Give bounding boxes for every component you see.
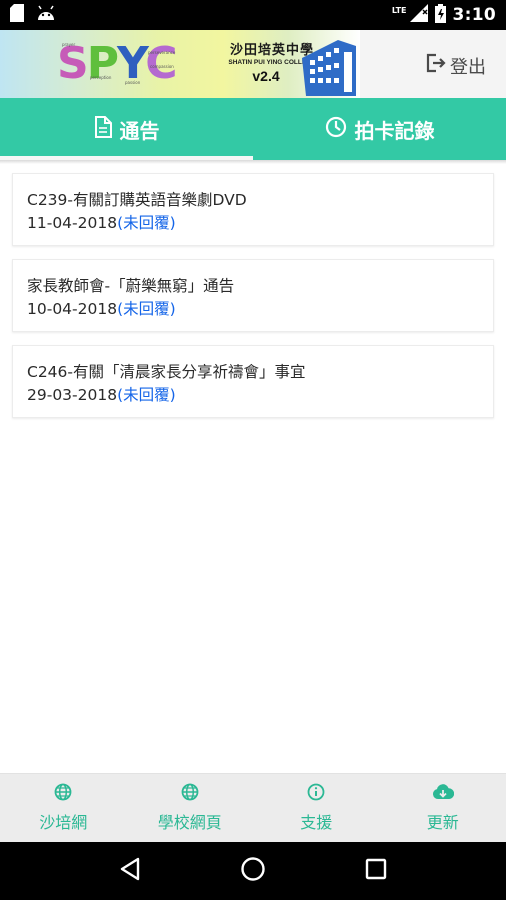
tab-shadow [0,160,506,164]
status-bar: LTE 3:10 [0,0,506,30]
notice-status: (未回覆) [117,214,176,232]
tab-card-records-label: 拍卡記錄 [354,118,435,143]
clock-icon [325,116,347,143]
tab-notices-label: 通告 [119,118,160,143]
notice-item[interactable]: C239-有關訂購英語音樂劇DVD 11-04-2018(未回覆) [12,173,494,246]
building-icon [302,40,356,96]
school-banner: SPYC prayer perseverance compassion perc… [0,30,360,98]
app-screen: LTE 3:10 SPYC prayer perseverance compas… [0,0,506,900]
notice-title: C239-有關訂購英語音樂劇DVD [27,191,247,209]
notice-date: 11-04-2018 [27,214,118,232]
cloud-download-icon [432,783,454,805]
notice-item[interactable]: 家長教師會-「蔚樂無窮」通告 10-04-2018(未回覆) [12,259,494,332]
logout-label: 登出 [450,56,486,78]
home-icon[interactable] [240,856,266,886]
battery-icon [434,3,446,27]
logout-button[interactable]: 登出 [425,52,486,79]
nav-school-website[interactable]: 學校網頁 [127,774,254,842]
nav-spyc-net[interactable]: 沙培網 [0,774,127,842]
document-icon [94,115,112,143]
tab-card-records[interactable]: 拍卡記錄 [253,98,506,160]
android-icon [36,5,56,25]
system-nav-bar [0,842,506,900]
notice-item[interactable]: C246-有關「清晨家長分享祈禱會」事宜 29-03-2018(未回覆) [12,345,494,418]
bottom-nav: 沙培網 學校網頁 支援 更新 [0,773,506,842]
tab-bar: 通告 拍卡記錄 [0,98,506,160]
globe-icon [54,783,72,805]
clock-time: 3:10 [452,5,496,25]
notice-date: 10-04-2018 [27,300,118,318]
back-icon[interactable] [119,857,141,885]
notice-date: 29-03-2018 [27,386,118,404]
info-icon [307,783,325,805]
nav-support[interactable]: 支援 [253,774,380,842]
nav-school-website-label: 學校網頁 [157,813,222,832]
notice-status: (未回覆) [117,300,176,318]
notice-title: C246-有關「清晨家長分享祈禱會」事宜 [27,363,306,381]
globe-icon [181,783,199,805]
nav-update[interactable]: 更新 [380,774,506,842]
tab-notices[interactable]: 通告 [0,98,253,160]
logout-icon [425,52,447,79]
signal-icon [409,4,428,26]
recents-icon[interactable] [365,858,387,884]
notice-status: (未回覆) [117,386,176,404]
notice-list: C239-有關訂購英語音樂劇DVD 11-04-2018(未回覆) 家長教師會-… [12,173,494,431]
notice-title: 家長教師會-「蔚樂無窮」通告 [27,277,235,295]
sd-card-icon [10,4,24,26]
app-header: SPYC prayer perseverance compassion perc… [0,30,506,98]
nav-update-label: 更新 [426,813,459,832]
nav-support-label: 支援 [300,813,333,832]
network-type: LTE [391,5,407,15]
nav-spyc-net-label: 沙培網 [39,813,88,832]
